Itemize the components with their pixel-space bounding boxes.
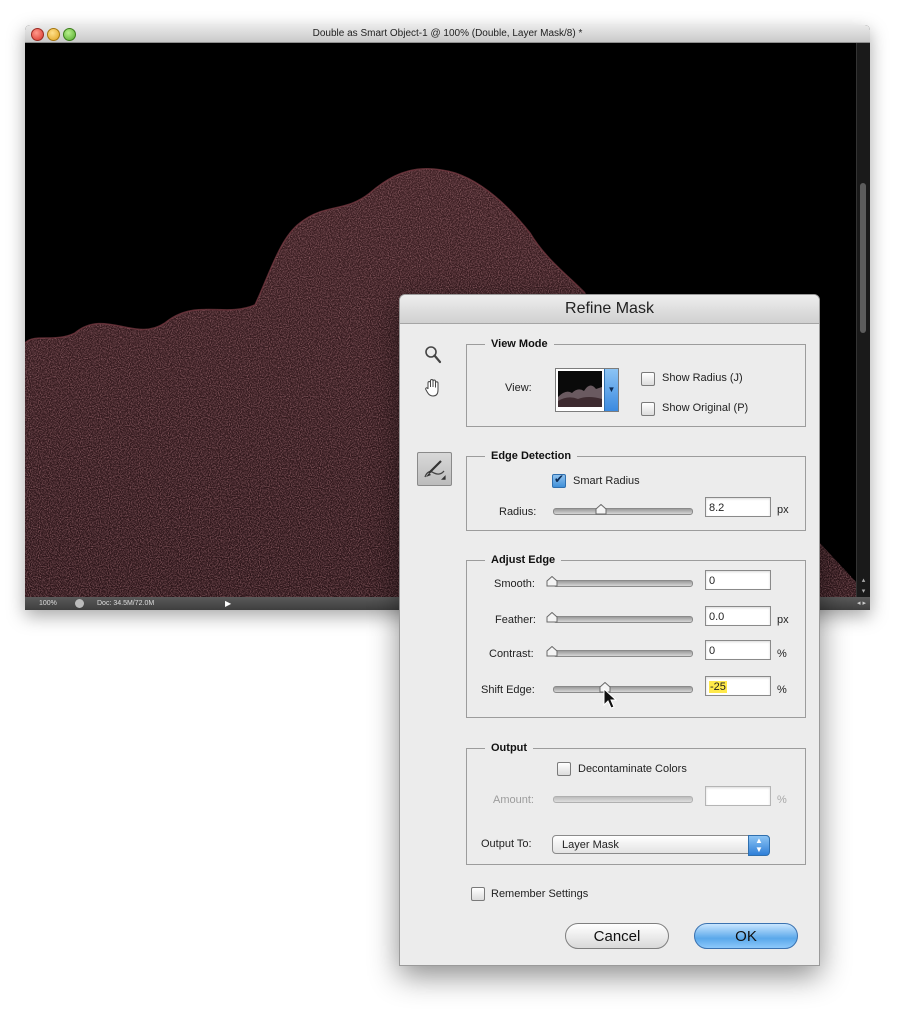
contrast-input[interactable]: 0 [705, 640, 771, 660]
output-to-select[interactable]: Layer Mask ▲ ▼ [552, 835, 770, 856]
shift-edge-label: Shift Edge: [481, 684, 535, 696]
view-dropdown-arrow-icon[interactable]: ▼ [604, 369, 618, 411]
radius-input[interactable]: 8.2 [705, 497, 771, 517]
output-to-label: Output To: [481, 838, 532, 850]
amount-input [705, 786, 771, 806]
contrast-label: Contrast: [489, 648, 534, 660]
horizontal-scroll-arrows[interactable]: ◂ ▸ [857, 597, 866, 610]
zoom-tool-icon[interactable] [422, 345, 444, 370]
view-mode-legend: View Mode [491, 338, 548, 350]
show-radius-checkbox[interactable] [641, 372, 655, 386]
hand-tool-icon[interactable] [422, 378, 444, 403]
document-title: Double as Smart Object-1 @ 100% (Double,… [312, 28, 583, 39]
smooth-slider-thumb[interactable] [546, 576, 558, 587]
show-original-checkbox[interactable] [641, 402, 655, 416]
document-size: Doc: 34.5M/72.0M [97, 600, 155, 607]
radius-slider-thumb[interactable] [595, 504, 607, 515]
output-to-value: Layer Mask [562, 839, 619, 851]
document-titlebar[interactable]: Double as Smart Object-1 @ 100% (Double,… [25, 25, 870, 43]
radius-slider[interactable] [553, 508, 693, 515]
view-mode-group: View Mode View: ▼ Show Radius (J) Show O… [466, 338, 806, 427]
refine-brush-icon: ◢ [424, 460, 446, 481]
vertical-scroll-arrows[interactable]: ▴ ▾ [857, 575, 870, 597]
feather-slider[interactable] [553, 616, 693, 623]
contrast-unit: % [777, 648, 787, 660]
feather-input[interactable]: 0.0 [705, 606, 771, 626]
smooth-input[interactable]: 0 [705, 570, 771, 590]
amount-slider [553, 796, 693, 803]
minimize-window-button[interactable] [47, 28, 60, 41]
view-mode-picker[interactable]: ▼ [555, 368, 619, 412]
remember-settings-checkbox[interactable] [471, 887, 485, 901]
output-group: Output Decontaminate Colors Amount: % Ou… [466, 742, 806, 865]
shift-edge-slider[interactable] [553, 686, 693, 693]
select-stepper-icon[interactable]: ▲ ▼ [748, 835, 770, 856]
refine-radius-brush-tool[interactable]: ◢ [417, 452, 452, 486]
vertical-scroll-thumb[interactable] [860, 183, 866, 333]
radius-label: Radius: [499, 506, 537, 518]
zoom-window-button[interactable] [63, 28, 76, 41]
shift-edge-value[interactable]: -25 [709, 681, 727, 693]
decontaminate-colors-checkbox[interactable] [557, 762, 571, 776]
radius-unit: px [777, 504, 789, 516]
adjust-edge-legend: Adjust Edge [491, 554, 556, 566]
edge-detection-group: Edge Detection Smart Radius Radius: 8.2 … [466, 450, 806, 531]
adjust-edge-group: Adjust Edge Smooth: 0 Feather: 0.0 px Co… [466, 554, 806, 718]
contrast-slider[interactable] [553, 650, 693, 657]
vertical-scrollbar[interactable]: ▴ ▾ [856, 43, 870, 597]
view-thumbnail [558, 371, 602, 407]
feather-slider-thumb[interactable] [546, 612, 558, 623]
status-menu-arrow-icon[interactable]: ▶ [225, 597, 231, 610]
ok-button[interactable]: OK [694, 923, 798, 949]
feather-unit: px [777, 614, 789, 626]
output-legend: Output [491, 742, 528, 754]
zoom-level[interactable]: 100% [39, 597, 57, 610]
svg-text:◢: ◢ [441, 474, 446, 481]
show-radius-label[interactable]: Show Radius (J) [662, 372, 743, 384]
cancel-button[interactable]: Cancel [565, 923, 669, 949]
edge-detection-legend: Edge Detection [491, 450, 572, 462]
feather-label: Feather: [495, 614, 536, 626]
dialog-title[interactable]: Refine Mask [400, 295, 819, 324]
mouse-pointer-icon [603, 688, 617, 709]
view-label: View: [505, 382, 532, 394]
smart-radius-label[interactable]: Smart Radius [573, 475, 640, 487]
amount-label: Amount: [493, 794, 534, 806]
smooth-slider[interactable] [553, 580, 693, 587]
smooth-label: Smooth: [494, 578, 535, 590]
shift-edge-input[interactable]: -25 [705, 676, 771, 696]
status-info-icon[interactable] [75, 599, 84, 608]
refine-mask-dialog: Refine Mask ◢ View Mode View: ▼ Show Rad… [399, 294, 820, 966]
shift-edge-unit: % [777, 684, 787, 696]
show-original-label[interactable]: Show Original (P) [662, 402, 748, 414]
contrast-slider-thumb[interactable] [546, 646, 558, 657]
decontaminate-colors-label[interactable]: Decontaminate Colors [578, 763, 687, 775]
close-window-button[interactable] [31, 28, 44, 41]
smart-radius-checkbox[interactable] [552, 472, 566, 488]
remember-settings-label[interactable]: Remember Settings [491, 888, 588, 900]
amount-unit: % [777, 794, 787, 806]
